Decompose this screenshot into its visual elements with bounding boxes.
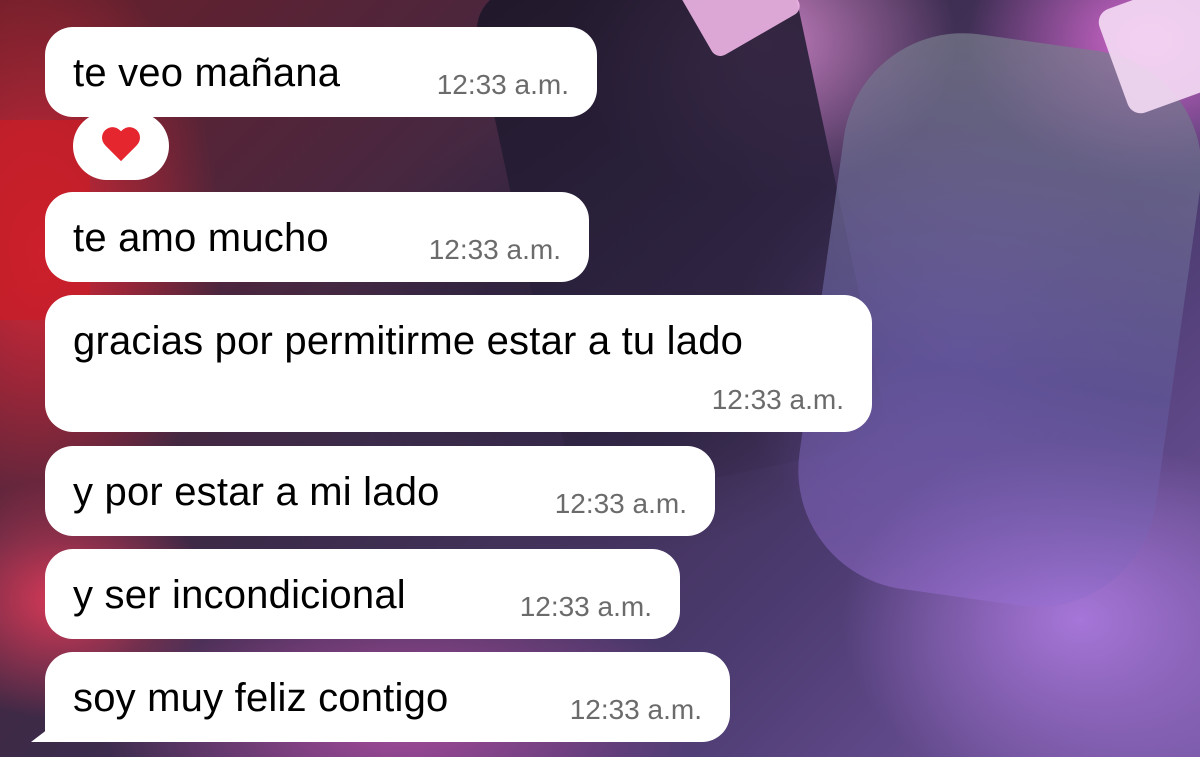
message-timestamp: 12:33 a.m. xyxy=(519,591,652,622)
message-timestamp: 12:33 a.m. xyxy=(554,488,687,519)
red-heart-icon xyxy=(101,128,141,164)
message-timestamp: 12:33 a.m. xyxy=(569,694,702,725)
message-list: te veo mañana 12:33 a.m. te amo mucho 12… xyxy=(0,0,1200,757)
message-bubble[interactable]: y ser incondicional 12:33 a.m. xyxy=(45,549,680,639)
message-bubble[interactable]: te veo mañana 12:33 a.m. xyxy=(45,27,597,117)
bubble-tail xyxy=(31,716,65,742)
message-bubble[interactable]: y por estar a mi lado 12:33 a.m. xyxy=(45,446,715,536)
message-timestamp: 12:33 a.m. xyxy=(428,234,561,265)
message-bubble[interactable]: te amo mucho 12:33 a.m. xyxy=(45,192,589,282)
message-timestamp: 12:33 a.m. xyxy=(711,384,844,415)
message-reaction[interactable] xyxy=(73,112,169,180)
message-text: gracias por permitirme estar a tu lado xyxy=(73,319,744,363)
message-bubble[interactable]: soy muy feliz contigo 12:33 a.m. xyxy=(31,652,730,742)
message-bubble[interactable]: gracias por permitirme estar a tu lado 1… xyxy=(45,295,872,432)
message-timestamp: 12:33 a.m. xyxy=(436,69,569,100)
